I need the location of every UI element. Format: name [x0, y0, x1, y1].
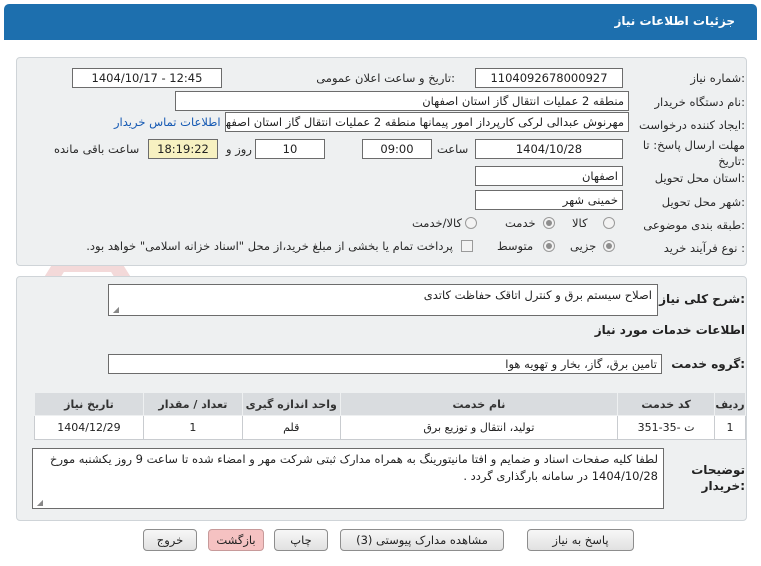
- need-description-field: اصلاح سیستم برق و کنترل اتاقک حفاظت کاتد…: [108, 284, 658, 316]
- days-label: روز و: [226, 142, 252, 156]
- buyer-org-field: منطقه 2 عملیات انتقال گاز استان اصفهان: [175, 91, 629, 111]
- services-info-heading: اطلاعات خدمات مورد نیاز: [594, 323, 745, 337]
- title-bar: جزئیات اطلاعات نیاز: [4, 4, 757, 40]
- city-label: شهر محل تحویل:: [661, 195, 745, 209]
- service-group-label: گروه خدمت:: [671, 357, 745, 371]
- deadline-label: مهلت ارسال پاسخ: تا تاریخ:: [642, 138, 745, 168]
- table-header-row: ردیف کد خدمت نام خدمت واحد اندازه گیری ت…: [34, 392, 746, 416]
- table-row: 1 ت -35-351 تولید، انتقال و توزیع برق قل…: [34, 415, 746, 440]
- province-field: اصفهان: [475, 166, 623, 186]
- treasury-note: پرداخت تمام یا بخشی از مبلغ خرید،از محل …: [86, 239, 453, 253]
- buyer-notes-label: توضیحات خریدار:: [691, 463, 745, 493]
- cell-service-code: ت -35-351: [617, 415, 716, 440]
- public-date-label: تاریخ و ساعت اعلان عمومی:: [316, 71, 455, 85]
- cell-row-number: 1: [714, 415, 746, 440]
- buyer-notes-text: لطفا کلیه صفحات اسناد و ضمایم و افتا مان…: [50, 452, 658, 483]
- header-row-number: ردیف: [714, 392, 746, 416]
- header-quantity: تعداد / مقدار: [142, 392, 243, 416]
- days-field: 10: [255, 139, 325, 159]
- cell-unit: قلم: [241, 415, 341, 440]
- buyer-notes-field: لطفا کلیه صفحات اسناد و ضمایم و افتا مان…: [32, 448, 664, 509]
- header-service-name: نام خدمت: [339, 392, 619, 416]
- service-group-field: تامین برق، گاز، بخار و تهویه هوا: [108, 354, 662, 374]
- category-label: طبقه بندی موضوعی:: [643, 218, 745, 232]
- exit-button[interactable]: خروج: [143, 529, 197, 551]
- need-description-label: شرح کلی نیاز:: [659, 292, 745, 306]
- requester-label: ایجاد کننده درخواست:: [639, 118, 745, 132]
- category-option-goods-service: کالا/خدمت: [412, 216, 463, 230]
- services-table: ردیف کد خدمت نام خدمت واحد اندازه گیری ت…: [34, 392, 746, 440]
- process-radio-minor[interactable]: [603, 240, 615, 252]
- treasury-checkbox[interactable]: [461, 240, 473, 252]
- category-option-service: خدمت: [505, 216, 536, 230]
- process-radio-medium[interactable]: [543, 240, 555, 252]
- process-option-medium: متوسط: [497, 239, 534, 253]
- deadline-time-field: 09:00: [362, 139, 432, 159]
- process-option-minor: جزیی: [570, 239, 597, 253]
- resize-handle-icon[interactable]: ◢: [111, 306, 119, 314]
- need-number-field: 1104092678000927: [475, 68, 623, 88]
- cell-service-name: تولید، انتقال و توزیع برق: [339, 415, 619, 440]
- back-button[interactable]: بازگشت: [208, 529, 264, 551]
- buyer-org-label: نام دستگاه خریدار:: [654, 95, 745, 109]
- public-date-field: 1404/10/17 - 12:45: [72, 68, 222, 88]
- countdown-field: 18:19:22: [148, 139, 218, 159]
- header-service-code: کد خدمت: [617, 392, 716, 416]
- city-field: خمینی شهر: [475, 190, 623, 210]
- header-unit: واحد اندازه گیری: [241, 392, 341, 416]
- buyer-contact-link[interactable]: اطلاعات تماس خریدار: [114, 115, 221, 129]
- category-radio-goods[interactable]: [603, 217, 615, 229]
- header-need-date: تاریخ نیاز: [34, 392, 144, 416]
- deadline-date-field: 1404/10/28: [475, 139, 623, 159]
- time-label: ساعت: [437, 142, 469, 156]
- remaining-label: ساعت باقی مانده: [54, 142, 140, 156]
- page-title: جزئیات اطلاعات نیاز: [614, 14, 735, 28]
- need-number-label: شماره نیاز:: [690, 71, 745, 85]
- process-type-label: نوع فرآیند خرید :: [663, 241, 745, 255]
- requester-field: مهرنوش عبدالی لرکی کارپرداز امور پیمانها…: [225, 112, 629, 132]
- cell-need-date: 1404/12/29: [34, 415, 144, 440]
- resize-handle-icon[interactable]: ◢: [35, 499, 43, 507]
- cell-quantity: 1: [142, 415, 243, 440]
- need-description-text: اصلاح سیستم برق و کنترل اتاقک حفاظت کاتد…: [423, 288, 652, 302]
- category-option-goods: کالا: [572, 216, 588, 230]
- province-label: استان محل تحویل:: [654, 171, 745, 185]
- reply-button[interactable]: پاسخ به نیاز: [527, 529, 634, 551]
- category-radio-goods-service[interactable]: [465, 217, 477, 229]
- print-button[interactable]: چاپ: [274, 529, 328, 551]
- view-attachments-button[interactable]: مشاهده مدارک پیوستی (3): [340, 529, 504, 551]
- category-radio-service[interactable]: [543, 217, 555, 229]
